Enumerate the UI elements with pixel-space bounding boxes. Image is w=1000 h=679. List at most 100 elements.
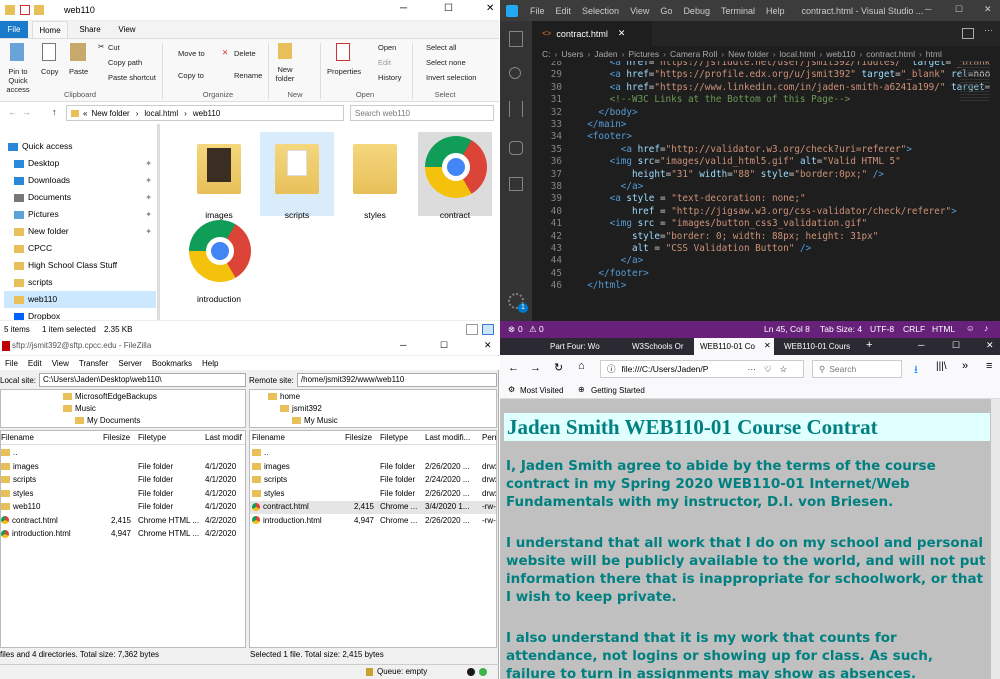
nav-item[interactable]: Downloads ✦	[4, 172, 156, 189]
home-icon[interactable]: ⌂	[578, 360, 585, 372]
breadcrumb-item[interactable]: web110	[826, 49, 855, 59]
breadcrumb-item[interactable]: Pictures	[628, 49, 659, 59]
nav-item[interactable]: Desktop ✦	[4, 155, 156, 172]
copy-path-button[interactable]: Copy path	[108, 58, 142, 67]
breadcrumb-item[interactable]: web110	[193, 109, 220, 118]
menu-item[interactable]: File	[530, 6, 545, 16]
edit-button[interactable]: Edit	[378, 58, 391, 67]
rename-button[interactable]: Rename	[234, 71, 262, 80]
tab-home[interactable]: Home	[32, 21, 68, 38]
menu-item[interactable]: Edit	[556, 6, 572, 16]
nav-item[interactable]: Dropbox	[4, 308, 156, 320]
maximize-button[interactable]: ☐	[444, 3, 453, 14]
downloads-icon[interactable]: ⭳	[914, 361, 918, 380]
table-row[interactable]: contract.html 2,415 Chrome HTML ... 4/2/202…	[1, 515, 245, 528]
library-icon[interactable]: |||\	[936, 361, 947, 372]
breadcrumb-item[interactable]: Users	[561, 49, 583, 59]
file-item-styles[interactable]: styles	[338, 132, 412, 220]
close-button[interactable]: ✕	[986, 340, 994, 351]
column-header[interactable]: Filetype	[138, 431, 166, 445]
tree-item[interactable]: MicrosoftEdgeBackups	[63, 392, 157, 401]
code-line[interactable]: 34 <footer>	[532, 131, 632, 143]
column-header[interactable]: Last modifi...	[425, 431, 470, 445]
nav-item[interactable]: Documents ✦	[4, 189, 156, 206]
code-line[interactable]: 36 <img src="images/valid_html5.gif" alt…	[532, 156, 901, 168]
tab-share[interactable]: Share	[74, 21, 106, 38]
paste-shortcut-button[interactable]: Paste shortcut	[108, 73, 156, 82]
menu-item[interactable]: File	[5, 359, 18, 368]
details-view-icon[interactable]	[466, 324, 478, 335]
code-line[interactable]: 31 <!--W3C Links at the Bottom of this P…	[532, 94, 850, 106]
quick-access-toolbar-icon[interactable]	[5, 5, 15, 15]
table-row[interactable]: contract.html 2,415 Chrome ... 3/4/2020 1..…	[250, 501, 496, 514]
tab-view[interactable]: View	[112, 21, 142, 38]
breadcrumb-item[interactable]: html	[926, 49, 942, 59]
search-input[interactable]: Search web110	[350, 105, 494, 121]
tree-item[interactable]: My Music	[292, 416, 338, 425]
feedback-icon[interactable]: ☺	[966, 323, 975, 333]
error-count[interactable]: 0	[518, 324, 523, 334]
select-all-button[interactable]: Select all	[426, 43, 456, 52]
menu-item[interactable]: Transfer	[79, 359, 109, 368]
more-actions-icon[interactable]: ···	[984, 25, 993, 35]
remote-site-input[interactable]: /home/jsmit392/www/web110	[296, 373, 497, 387]
table-row[interactable]: web110 File folder 4/1/2020	[1, 501, 245, 514]
folder-icon[interactable]	[34, 5, 44, 15]
notifications-bell-icon[interactable]: ♪	[984, 323, 988, 333]
cut-button[interactable]: Cut	[108, 43, 120, 52]
browser-tab[interactable]: WEB110-01 Cours	[780, 338, 860, 355]
breadcrumb-item[interactable]: New folder	[91, 109, 129, 118]
tab-size[interactable]: Tab Size: 4	[820, 324, 862, 334]
url-text[interactable]: file:///C:/Users/Jaden/P	[622, 364, 742, 374]
file-item-images[interactable]: images	[182, 132, 256, 220]
page-scrollbar[interactable]	[991, 399, 1000, 679]
back-arrow-icon[interactable]: ←	[508, 362, 519, 374]
move-to-button[interactable]: Move to	[178, 49, 205, 58]
menu-item[interactable]: Server	[118, 359, 142, 368]
minimize-button[interactable]: ─	[400, 3, 407, 14]
nav-item[interactable]: CPCC	[4, 240, 156, 257]
nav-item[interactable]: Pictures ✦	[4, 206, 156, 223]
cursor-position[interactable]: Ln 45, Col 8	[764, 324, 810, 334]
column-header[interactable]: Last modif	[205, 431, 242, 445]
nav-item[interactable]: New folder ✦	[4, 223, 156, 240]
code-line[interactable]: 35 <a href="http://validator.w3.org/chec…	[532, 144, 912, 156]
debug-icon[interactable]	[509, 141, 523, 155]
breadcrumb-item[interactable]: C:	[542, 49, 551, 59]
extensions-icon[interactable]	[509, 177, 523, 191]
code-line[interactable]: 45 </footer>	[532, 268, 649, 280]
table-row[interactable]: styles File folder 2/26/2020 ... drwx	[250, 488, 496, 501]
breadcrumb-item[interactable]: local.html	[780, 49, 816, 59]
delete-button[interactable]: Delete	[234, 49, 256, 58]
tree-item[interactable]: My Documents	[75, 416, 140, 425]
tree-item[interactable]: home	[268, 392, 300, 401]
nav-item[interactable]: web110	[4, 291, 156, 308]
tab-contract-html[interactable]: <> contract.html ✕	[532, 21, 652, 46]
select-none-button[interactable]: Select none	[426, 58, 466, 67]
nav-item[interactable]: High School Class Stuff	[4, 257, 156, 274]
info-icon[interactable]: ⓘ	[607, 363, 616, 375]
table-row[interactable]: ..	[1, 447, 245, 460]
local-site-input[interactable]: C:\Users\Jaden\Desktop\web110\	[39, 373, 246, 387]
file-item-introduction[interactable]: introduction	[182, 216, 256, 304]
breadcrumb-item[interactable]: New folder	[728, 49, 769, 59]
column-header[interactable]: Filename	[1, 431, 34, 445]
table-row[interactable]: styles File folder 4/1/2020	[1, 488, 245, 501]
code-line[interactable]: 39 <a style = "text-decoration: none;"	[532, 193, 806, 205]
maximize-button[interactable]: ☐	[440, 340, 448, 351]
bookmark-star-icon[interactable]: ☆	[780, 364, 788, 375]
column-header[interactable]: Filesize	[103, 431, 130, 445]
history-button[interactable]: History	[378, 73, 401, 82]
minimize-button[interactable]: ─	[918, 340, 924, 350]
forward-arrow-icon[interactable]: →	[530, 362, 541, 374]
column-header[interactable]: Filesize	[345, 431, 372, 445]
split-editor-icon[interactable]	[962, 28, 974, 39]
table-row[interactable]: ..	[250, 447, 496, 460]
browser-tab[interactable]: W3Schools Or	[616, 338, 686, 355]
menu-item[interactable]: Go	[660, 6, 672, 16]
breadcrumb-item[interactable]: Camera Roll	[670, 49, 717, 59]
table-row[interactable]: introduction.html 4,947 Chrome HTML ... 4/2…	[1, 528, 245, 541]
code-line[interactable]: 44 </a>	[532, 255, 643, 267]
browser-tab-active[interactable]: WEB110-01 Co	[694, 338, 774, 355]
breadcrumb-item[interactable]: contract.html	[866, 49, 915, 59]
